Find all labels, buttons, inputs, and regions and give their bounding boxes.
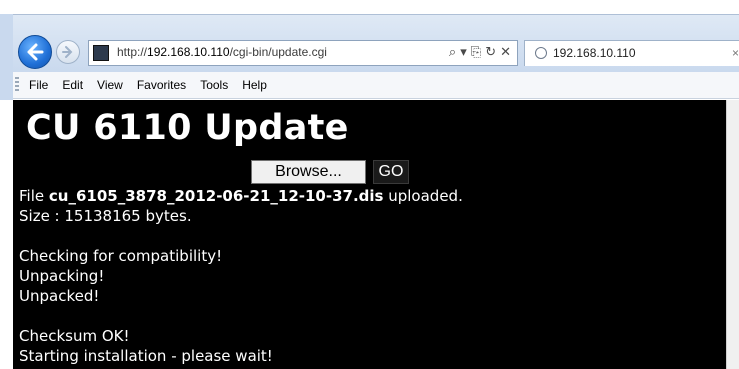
url-scheme: http:// [117, 45, 148, 59]
site-favicon-icon [93, 45, 109, 61]
update-log: File cu_6105_3878_2012-06-21_12-10-37.di… [19, 186, 463, 366]
menu-favorites[interactable]: Favorites [137, 78, 186, 92]
back-button[interactable] [18, 35, 52, 69]
page-title: CU 6110 Update [26, 108, 349, 148]
file-suffix: uploaded. [383, 187, 463, 205]
status-unpacking: Unpacking! [19, 267, 105, 285]
file-uploaded-line: File cu_6105_3878_2012-06-21_12-10-37.di… [19, 186, 463, 206]
uploaded-filename: cu_6105_3878_2012-06-21_12-10-37.dis [48, 187, 384, 205]
menu-view[interactable]: View [97, 78, 123, 92]
browser-chrome: http://192.168.10.110/cgi-bin/update.cgi… [0, 0, 739, 100]
tab-close-icon[interactable]: × [732, 46, 739, 60]
status-checksum: Checksum OK! [19, 327, 130, 345]
menu-edit[interactable]: Edit [62, 78, 83, 92]
browse-button[interactable]: Browse... [251, 160, 366, 184]
stop-icon[interactable]: ✕ [500, 44, 511, 62]
status-unpacked: Unpacked! [19, 287, 100, 305]
forward-arrow-icon [62, 46, 73, 58]
status-compatibility: Checking for compatibility! [19, 247, 223, 265]
address-tools: ⌕ ▾ ⎘ ↻ ✕ [449, 44, 511, 62]
menu-file[interactable]: File [29, 78, 48, 92]
tab-title: 192.168.10.110 [553, 46, 636, 60]
url-path: /cgi-bin/update.cgi [229, 45, 327, 59]
forward-button[interactable] [56, 40, 80, 64]
browser-tab[interactable]: 192.168.10.110 × [524, 40, 739, 66]
refresh-icon[interactable]: ↻ [485, 44, 496, 62]
menu-bar: File Edit View Favorites Tools Help [13, 72, 739, 99]
file-prefix: File [19, 187, 49, 205]
vertical-scrollbar[interactable] [726, 100, 739, 369]
go-button[interactable]: GO [373, 160, 409, 184]
back-arrow-icon [27, 43, 44, 61]
status-installation: Starting installation - please wait! [19, 347, 273, 365]
page-content: CU 6110 Update Browse... GO File cu_6105… [13, 100, 726, 369]
window-frame-edge [0, 14, 13, 100]
address-bar[interactable]: http://192.168.10.110/cgi-bin/update.cgi… [88, 40, 518, 66]
search-dropdown-icon[interactable]: ⌕ ▾ [449, 44, 467, 62]
menu-help[interactable]: Help [242, 78, 267, 92]
loading-spinner-icon [535, 47, 547, 59]
compatibility-view-icon[interactable]: ⎘ [471, 44, 481, 62]
file-size-line: Size : 15138165 bytes. [19, 207, 192, 225]
address-url[interactable]: http://192.168.10.110/cgi-bin/update.cgi [117, 45, 327, 59]
menu-tools[interactable]: Tools [200, 78, 228, 92]
file-path-input[interactable] [13, 159, 251, 183]
url-host: 192.168.10.110 [147, 45, 230, 59]
menu-grip-icon [15, 77, 19, 93]
